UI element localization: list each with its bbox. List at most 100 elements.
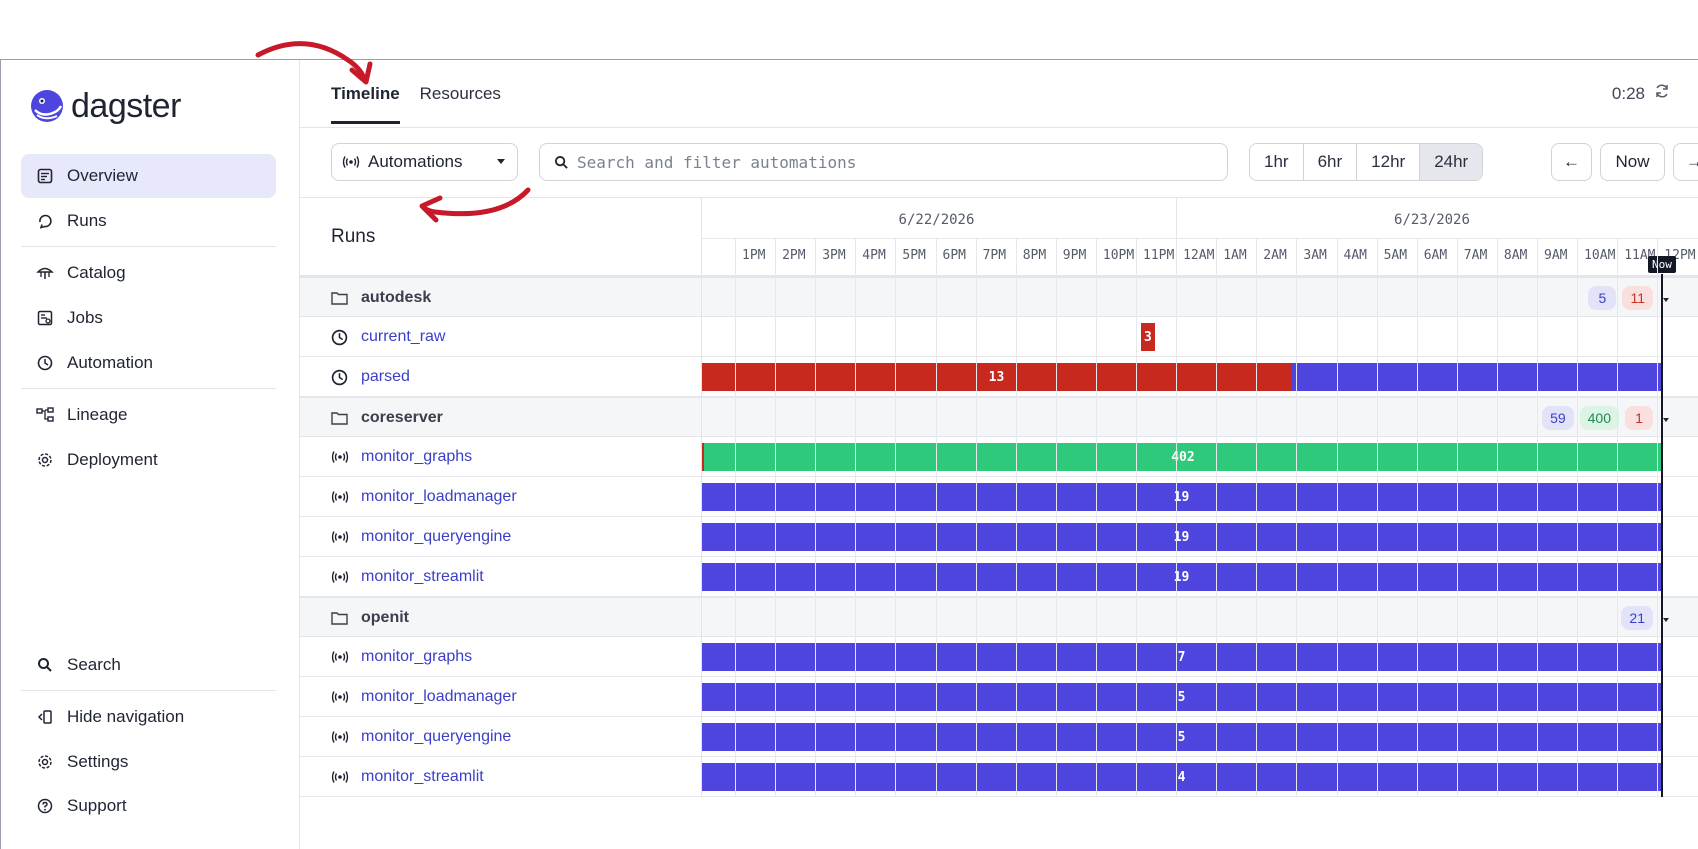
clock-icon — [35, 353, 55, 373]
automation-name[interactable]: parsed — [331, 357, 410, 397]
hour-grid-line — [935, 238, 937, 797]
group-row: openit 21 — [300, 597, 1698, 637]
run-bar[interactable]: 7 — [701, 643, 1662, 671]
automation-name[interactable]: monitor_graphs — [331, 637, 472, 677]
row-label-text: openit — [361, 609, 409, 626]
chevron-down-icon[interactable] — [1663, 418, 1669, 422]
automation-name[interactable]: monitor_queryengine — [331, 517, 511, 557]
now-button[interactable]: Now — [1600, 143, 1665, 181]
tab-timeline[interactable]: Timeline — [331, 60, 400, 128]
nav-settings[interactable]: Settings — [21, 740, 276, 784]
run-count-badge[interactable]: 1 — [1625, 406, 1653, 430]
hour-grid-line — [1176, 238, 1178, 797]
automation-name[interactable]: monitor_loadmanager — [331, 677, 517, 717]
automation-name[interactable]: current_raw — [331, 317, 445, 357]
run-count-badge[interactable]: 5 — [1588, 286, 1617, 310]
dagster-logo[interactable]: dagster — [29, 86, 181, 126]
hour-grid-line — [975, 238, 977, 797]
automation-name[interactable]: monitor_queryengine — [331, 717, 511, 757]
app-window: dagster Overview Runs Catalog Jobs Autom… — [0, 59, 1698, 849]
automations-dropdown[interactable]: Automations — [331, 143, 518, 181]
hour-tick-label: 10PM — [1102, 248, 1135, 263]
chevron-down-icon[interactable] — [1663, 618, 1669, 622]
gear-icon — [35, 450, 55, 470]
nav-lineage[interactable]: Lineage — [21, 393, 276, 437]
next-period-button[interactable]: → — [1673, 143, 1698, 181]
nav-jobs[interactable]: Jobs — [21, 296, 276, 340]
run-bar[interactable]: 5 — [701, 683, 1662, 711]
nav-automation[interactable]: Automation — [21, 341, 276, 385]
automation-row: monitor_loadmanager 5 — [300, 677, 1698, 717]
hour-tick-label: 4AM — [1343, 248, 1367, 263]
group-name[interactable]: coreserver — [331, 398, 443, 438]
search-icon — [35, 655, 55, 675]
automation-name[interactable]: monitor_streamlit — [331, 757, 484, 797]
run-bar[interactable]: 3 — [1140, 323, 1156, 351]
nav-runs-label: Runs — [67, 211, 107, 230]
automation-name[interactable]: monitor_streamlit — [331, 557, 484, 597]
group-name[interactable]: openit — [331, 598, 409, 638]
nav-settings-label: Settings — [67, 752, 129, 771]
range-12hr-button[interactable]: 12hr — [1357, 144, 1421, 180]
nav-jobs-label: Jobs — [67, 308, 103, 327]
chevron-down-icon[interactable] — [1663, 298, 1669, 302]
hour-grid-line — [1216, 238, 1218, 797]
hour-tick-label: 3AM — [1303, 248, 1327, 263]
previous-period-button[interactable]: ← — [1551, 143, 1592, 181]
run-bar[interactable]: 19 — [701, 563, 1662, 591]
nav-runs[interactable]: Runs — [21, 199, 276, 243]
sensor-icon — [331, 570, 351, 584]
run-count-badge[interactable]: 400 — [1579, 406, 1619, 430]
search-icon — [554, 155, 569, 170]
nav-lineage-label: Lineage — [67, 405, 128, 424]
now-marker-label: Now — [1648, 256, 1676, 273]
row-label-text: monitor_loadmanager — [361, 688, 517, 705]
range-24hr-button[interactable]: 24hr — [1420, 144, 1483, 180]
hour-tick-label: 3PM — [822, 248, 846, 263]
timeline-title: Runs — [331, 226, 376, 247]
search-field[interactable] — [539, 143, 1228, 181]
refresh-timer[interactable]: 0:28 — [1612, 82, 1671, 105]
refresh-icon[interactable] — [1653, 82, 1671, 105]
run-bar[interactable]: 402 — [703, 443, 1662, 471]
run-bar[interactable]: 4 — [701, 763, 1662, 791]
tab-resources[interactable]: Resources — [420, 60, 501, 128]
automation-name[interactable]: monitor_graphs — [331, 437, 472, 477]
run-bar[interactable]: 5 — [701, 723, 1662, 751]
run-count-badge[interactable]: 59 — [1542, 406, 1574, 430]
tab-bar: Timeline Resources — [331, 60, 521, 128]
run-bar[interactable] — [1292, 363, 1662, 391]
search-input[interactable] — [577, 152, 1217, 172]
range-1hr-button[interactable]: 1hr — [1250, 144, 1304, 180]
run-count-badge[interactable]: 11 — [1622, 286, 1653, 310]
hour-tick-label: 7AM — [1463, 248, 1488, 263]
group-name[interactable]: autodesk — [331, 278, 431, 318]
nav-divider — [21, 690, 276, 691]
sensor-icon — [331, 690, 351, 704]
jobs-icon — [35, 308, 55, 328]
range-6hr-button[interactable]: 6hr — [1303, 144, 1358, 180]
automations-dropdown-label: Automations — [368, 152, 463, 171]
nav-divider — [21, 388, 276, 389]
nav-deployment[interactable]: Deployment — [21, 438, 276, 482]
hour-tick-label: 5AM — [1383, 248, 1408, 263]
automation-row: current_raw 3 — [300, 317, 1698, 357]
hour-grid-line — [1376, 238, 1378, 797]
run-bar[interactable]: 19 — [701, 523, 1662, 551]
overview-icon — [35, 166, 55, 186]
lineage-icon — [35, 405, 55, 425]
nav-support[interactable]: Support — [21, 784, 276, 828]
row-label-text: monitor_queryengine — [361, 528, 512, 545]
run-count-badges: 21 — [1615, 606, 1653, 630]
automation-name[interactable]: monitor_loadmanager — [331, 477, 517, 517]
nav-search[interactable]: Search — [21, 643, 276, 687]
date-divider — [1176, 198, 1178, 238]
run-bar[interactable]: 19 — [701, 483, 1662, 511]
nav-catalog[interactable]: Catalog — [21, 251, 276, 295]
run-bar[interactable]: 13 — [701, 363, 1292, 391]
run-count-badge[interactable]: 21 — [1621, 606, 1653, 630]
sensor-icon — [331, 530, 351, 544]
row-label-text: monitor_streamlit — [361, 568, 484, 585]
nav-hide-navigation[interactable]: Hide navigation — [21, 695, 276, 739]
nav-overview[interactable]: Overview — [21, 154, 276, 198]
